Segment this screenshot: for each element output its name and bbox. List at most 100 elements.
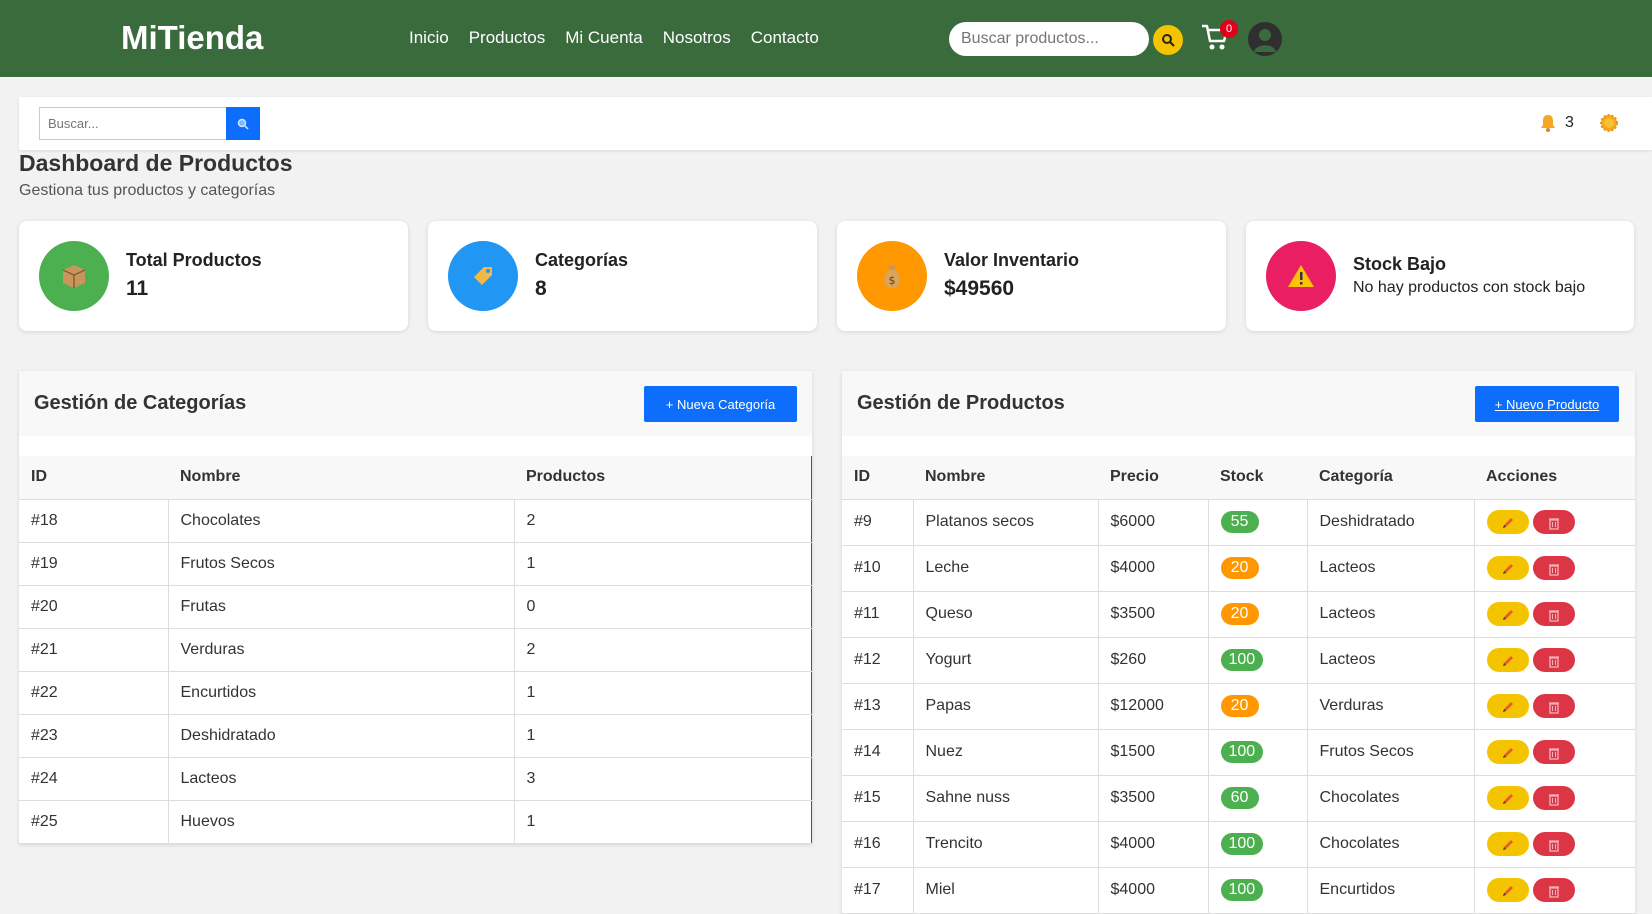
- delete-button[interactable]: [1532, 832, 1575, 856]
- category-id-cell: #18: [19, 499, 168, 543]
- table-row: #13 Papas $12000 20 Verduras: [842, 683, 1635, 730]
- product-price-cell: $6000: [1097, 499, 1208, 546]
- delete-button[interactable]: [1532, 740, 1575, 764]
- delete-button[interactable]: [1532, 556, 1575, 580]
- toolbar-search-button[interactable]: [226, 107, 260, 140]
- product-name-cell: Sahne nuss: [912, 775, 1098, 822]
- product-category-cell: Verduras: [1306, 683, 1474, 730]
- category-count-cell: 0: [513, 585, 812, 629]
- edit-button[interactable]: [1486, 832, 1529, 856]
- categories-panel: Gestión de Categorías + Nueva Categoría …: [19, 371, 812, 844]
- theme-toggle-button[interactable]: [1599, 113, 1619, 138]
- toolbar-search-input[interactable]: [39, 107, 246, 140]
- page-subtitle: Gestiona tus productos y categorías: [19, 182, 276, 199]
- product-id-cell: #11: [842, 591, 913, 638]
- trash-icon: [1548, 702, 1559, 714]
- table-row: #23 Deshidratado 1: [19, 714, 812, 758]
- delete-button[interactable]: [1532, 510, 1575, 534]
- nav-link-nosotros[interactable]: Nosotros: [663, 28, 731, 48]
- delete-button[interactable]: [1532, 648, 1575, 672]
- trash-icon: [1548, 794, 1559, 806]
- product-stock-cell: 20: [1207, 545, 1307, 592]
- edit-button[interactable]: [1486, 602, 1529, 626]
- product-stock-cell: 100: [1207, 729, 1307, 776]
- trash-icon: [1548, 886, 1559, 898]
- toolbar: 3: [19, 97, 1652, 150]
- new-product-button[interactable]: + Nuevo Producto: [1475, 386, 1619, 422]
- product-actions-cell: [1473, 683, 1635, 730]
- product-category-cell: Chocolates: [1306, 775, 1474, 822]
- edit-button[interactable]: [1486, 510, 1529, 534]
- category-count-cell: 1: [513, 800, 812, 844]
- edit-button[interactable]: [1486, 740, 1529, 764]
- category-count-cell: 1: [513, 671, 812, 715]
- products-panel-title: Gestión de Productos: [857, 392, 1065, 414]
- pencil-icon: [1502, 794, 1513, 805]
- table-row: #9 Platanos secos $6000 55 Deshidratado: [842, 499, 1635, 546]
- table-row: #11 Queso $3500 20 Lacteos: [842, 591, 1635, 638]
- brand-logo[interactable]: MiTienda: [121, 19, 263, 57]
- column-header-nombre: Nombre: [913, 456, 1098, 500]
- category-name-cell: Encurtidos: [167, 671, 514, 715]
- column-header-acciones: Acciones: [1474, 456, 1635, 500]
- table-row: #10 Leche $4000 20 Lacteos: [842, 545, 1635, 592]
- categories-table: ID Nombre Productos #18 Chocolates 2 #19 Fru…: [19, 456, 812, 844]
- category-count-cell: 3: [513, 757, 812, 801]
- product-price-cell: $4000: [1097, 867, 1208, 914]
- pencil-icon: [1502, 748, 1513, 759]
- product-stock-cell: 20: [1207, 591, 1307, 638]
- category-name-cell: Deshidratado: [167, 714, 514, 758]
- product-name-cell: Leche: [912, 545, 1098, 592]
- nav-link-contacto[interactable]: Contacto: [751, 28, 819, 48]
- delete-button[interactable]: [1532, 878, 1575, 902]
- column-header-precio: Precio: [1098, 456, 1208, 500]
- stock-badge: 55: [1220, 511, 1259, 533]
- user-account-icon[interactable]: [1248, 22, 1282, 56]
- product-category-cell: Lacteos: [1306, 591, 1474, 638]
- categories-panel-header: Gestión de Categorías + Nueva Categoría: [19, 371, 812, 436]
- notifications-button[interactable]: [1539, 113, 1557, 138]
- table-row: #17 Miel $4000 100 Encurtidos: [842, 867, 1635, 914]
- nav-link-mi-cuenta[interactable]: Mi Cuenta: [565, 28, 642, 48]
- table-row: #19 Frutos Secos 1: [19, 542, 812, 586]
- nav-search-button[interactable]: [1153, 25, 1183, 55]
- delete-button[interactable]: [1532, 694, 1575, 718]
- edit-button[interactable]: [1486, 556, 1529, 580]
- product-stock-cell: 100: [1207, 637, 1307, 684]
- stat-card-valor-inventario: $ Valor Inventario $49560: [837, 221, 1226, 331]
- product-stock-cell: 20: [1207, 683, 1307, 730]
- table-row: #25 Huevos 1: [19, 800, 812, 844]
- product-id-cell: #17: [842, 867, 913, 914]
- trash-icon: [1548, 656, 1559, 668]
- edit-button[interactable]: [1486, 878, 1529, 902]
- category-name-cell: Frutos Secos: [167, 542, 514, 586]
- product-actions-cell: [1473, 545, 1635, 592]
- edit-button[interactable]: [1486, 786, 1529, 810]
- nav-link-inicio[interactable]: Inicio: [409, 28, 449, 48]
- pencil-icon: [1502, 610, 1513, 621]
- column-header-categoria: Categoría: [1307, 456, 1474, 500]
- product-price-cell: $12000: [1097, 683, 1208, 730]
- product-id-cell: #10: [842, 545, 913, 592]
- money-bag-icon: $: [857, 241, 927, 311]
- new-category-button[interactable]: + Nueva Categoría: [644, 386, 797, 422]
- table-row: #22 Encurtidos 1: [19, 671, 812, 715]
- products-panel-header: Gestión de Productos + Nuevo Producto: [842, 371, 1635, 436]
- table-row: #18 Chocolates 2: [19, 499, 812, 543]
- nav-link-productos[interactable]: Productos: [469, 28, 546, 48]
- product-price-cell: $1500: [1097, 729, 1208, 776]
- edit-button[interactable]: [1486, 694, 1529, 718]
- product-actions-cell: [1473, 499, 1635, 546]
- product-id-cell: #16: [842, 821, 913, 868]
- delete-button[interactable]: [1532, 786, 1575, 810]
- category-name-cell: Lacteos: [167, 757, 514, 801]
- category-name-cell: Huevos: [167, 800, 514, 844]
- search-icon: [1162, 34, 1175, 47]
- stat-value: 8: [535, 277, 547, 300]
- table-row: #14 Nuez $1500 100 Frutos Secos: [842, 729, 1635, 776]
- nav-search-input[interactable]: [949, 22, 1149, 56]
- stat-label: Total Productos: [126, 250, 262, 270]
- nav-links: Inicio Productos Mi Cuenta Nosotros Cont…: [409, 28, 819, 48]
- delete-button[interactable]: [1532, 602, 1575, 626]
- edit-button[interactable]: [1486, 648, 1529, 672]
